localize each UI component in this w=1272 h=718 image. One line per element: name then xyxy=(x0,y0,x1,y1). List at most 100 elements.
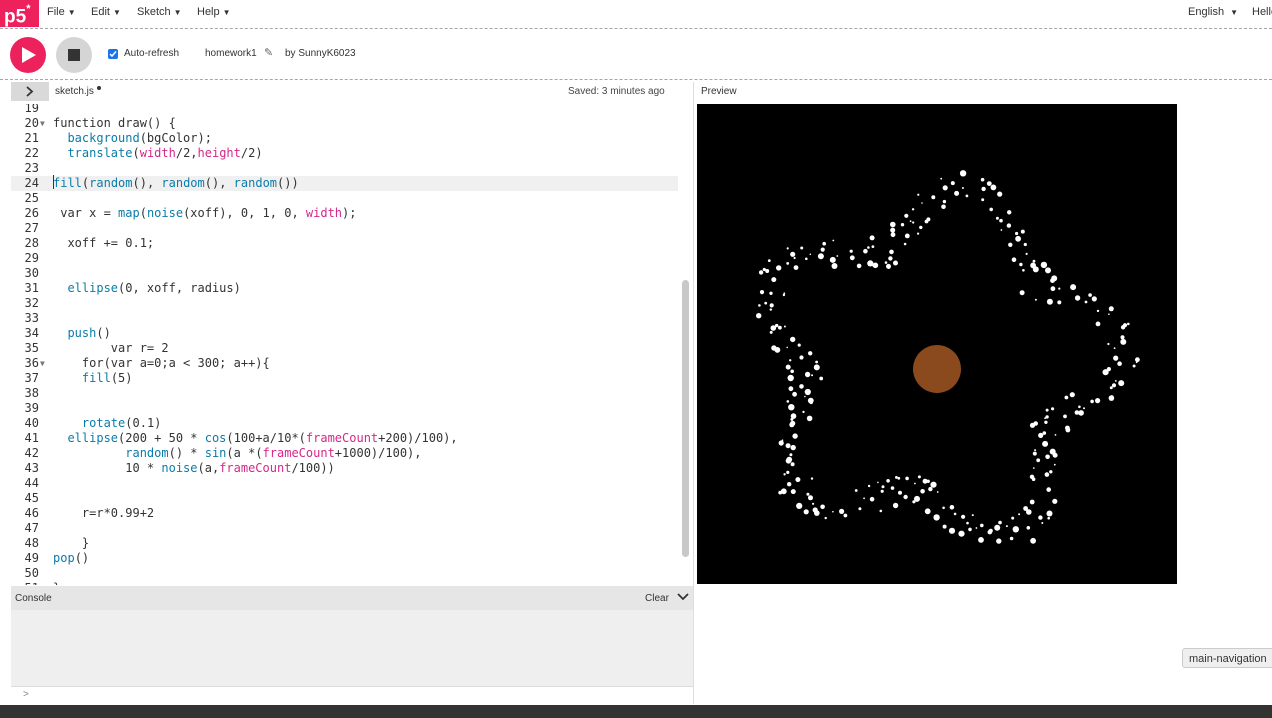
autorefresh-checkbox[interactable] xyxy=(108,49,118,59)
particle-dot xyxy=(940,177,943,180)
line-number: 48 xyxy=(24,536,39,550)
code-line[interactable]: 26 var x = map(noise(xoff), 0, 1, 0, wid… xyxy=(11,206,678,221)
particle-dot xyxy=(1042,431,1047,435)
code-line[interactable]: 23 xyxy=(11,161,678,176)
p5-logo[interactable]: p5* xyxy=(0,0,39,27)
particle-dot xyxy=(785,364,791,370)
code-line[interactable]: 51} xyxy=(11,581,678,585)
play-button[interactable] xyxy=(10,37,46,73)
code-line[interactable]: 44 xyxy=(11,476,678,491)
preview-canvas[interactable] xyxy=(697,104,1177,584)
chevron-down-icon: ▼ xyxy=(67,8,76,17)
particle-dot xyxy=(1065,425,1070,431)
autorefresh-label[interactable]: Auto-refresh xyxy=(124,48,179,59)
code-line[interactable]: 27 xyxy=(11,221,678,236)
particle-dot xyxy=(890,486,895,490)
fold-toggle-icon[interactable]: ▼ xyxy=(40,356,45,371)
particle-dot xyxy=(804,395,806,398)
particle-dot xyxy=(785,458,792,464)
project-name[interactable]: homework1 xyxy=(205,48,257,59)
code-line[interactable]: 33 xyxy=(11,311,678,326)
code-line[interactable]: 45 xyxy=(11,491,678,506)
line-number: 30 xyxy=(24,266,39,280)
particle-dot xyxy=(900,223,905,227)
sidebar-toggle-button[interactable] xyxy=(11,82,49,101)
particle-dot xyxy=(792,433,798,439)
code-line[interactable]: 35 var r= 2 xyxy=(11,341,678,356)
particle-dot xyxy=(1049,470,1053,474)
code-line[interactable]: 22 translate(width/2,height/2) xyxy=(11,146,678,161)
line-number: 45 xyxy=(24,491,39,505)
language-select[interactable]: English ▼ xyxy=(1188,6,1238,18)
particle-dot xyxy=(799,355,804,360)
code-line[interactable]: 40 rotate(0.1) xyxy=(11,416,678,431)
particle-dot xyxy=(1047,516,1050,520)
particle-dot xyxy=(778,440,784,446)
code-line[interactable]: 21 background(bgColor); xyxy=(11,131,678,146)
particle-dot xyxy=(1023,242,1027,247)
stop-button[interactable] xyxy=(56,37,92,73)
code-line[interactable]: 42 random() * sin(a *(frameCount+1000)/1… xyxy=(11,446,678,461)
file-tab-sketch[interactable]: sketch.js xyxy=(55,86,94,97)
particle-dot xyxy=(867,246,870,249)
code-line[interactable]: 31 ellipse(0, xoff, radius) xyxy=(11,281,678,296)
pencil-icon[interactable]: ✎ xyxy=(264,46,273,59)
particle-dot xyxy=(1057,300,1062,305)
line-number: 46 xyxy=(24,506,39,520)
particle-dot xyxy=(912,221,915,224)
menu-help[interactable]: Help ▼ xyxy=(197,6,231,18)
particle-dot xyxy=(1045,454,1050,460)
code-text: } xyxy=(53,536,90,550)
code-text: for(var a=0;a < 300; a++){ xyxy=(53,356,270,370)
code-line[interactable]: 49 pop() xyxy=(11,551,678,566)
code-line[interactable]: 20 ▼ function draw() { xyxy=(11,116,678,131)
code-line[interactable]: 38 xyxy=(11,386,678,401)
chevron-down-icon[interactable] xyxy=(677,591,689,603)
panel-divider[interactable] xyxy=(693,82,694,704)
code-line[interactable]: 36 ▼ for(var a=0;a < 300; a++){ xyxy=(11,356,678,371)
code-editor[interactable]: 19 20 ▼ function draw() {21 background(bgCo… xyxy=(11,104,678,585)
menu-sketch[interactable]: Sketch ▼ xyxy=(137,6,182,18)
particle-dot xyxy=(1046,487,1051,492)
particle-dot xyxy=(1015,235,1021,242)
code-line[interactable]: 28 xoff += 0.1; xyxy=(11,236,678,251)
particle-dot xyxy=(1107,342,1110,346)
particle-dot xyxy=(965,194,969,198)
code-line[interactable]: 48 } xyxy=(11,536,678,551)
particle-dot xyxy=(1022,269,1025,272)
particle-dot xyxy=(1053,463,1056,466)
code-line[interactable]: 32 xyxy=(11,296,678,311)
particle-dot xyxy=(994,524,1001,531)
line-number: 43 xyxy=(24,461,39,475)
user-greeting[interactable]: Hello xyxy=(1252,6,1272,18)
code-line[interactable]: 39 xyxy=(11,401,678,416)
particle-dot xyxy=(1117,361,1122,367)
particle-dot xyxy=(809,400,813,405)
code-line[interactable]: 46 r=r*0.99+2 xyxy=(11,506,678,521)
code-line[interactable]: 43 10 * noise(a,frameCount/100)) xyxy=(11,461,678,476)
particle-dot xyxy=(1069,392,1075,398)
chevron-down-icon: ▼ xyxy=(112,8,121,17)
code-line[interactable]: 29 xyxy=(11,251,678,266)
particle-dot xyxy=(832,510,834,513)
code-line[interactable]: 47 xyxy=(11,521,678,536)
particle-dot xyxy=(930,481,937,488)
fold-toggle-icon[interactable]: ▼ xyxy=(40,116,45,131)
code-line[interactable]: 25 xyxy=(11,191,678,206)
console-clear-button[interactable]: Clear xyxy=(645,593,669,604)
particle-dot xyxy=(1000,229,1003,231)
particle-dot xyxy=(917,232,920,235)
code-line[interactable]: 34 push() xyxy=(11,326,678,341)
editor-scrollbar-thumb[interactable] xyxy=(682,280,689,557)
particle-dot xyxy=(877,481,879,484)
code-line[interactable]: 41 ellipse(200 + 50 * cos(100+a/10*(fram… xyxy=(11,431,678,446)
code-line[interactable]: 30 xyxy=(11,266,678,281)
code-line[interactable]: 37 fill(5) xyxy=(11,371,678,386)
console-input[interactable]: > xyxy=(11,686,693,704)
code-line[interactable]: 50 xyxy=(11,566,678,581)
code-line[interactable]: 19 xyxy=(11,104,678,116)
code-line[interactable]: 24 fill(random(), random(), random()) xyxy=(11,176,678,191)
menu-edit[interactable]: Edit ▼ xyxy=(91,6,121,18)
menu-file[interactable]: File ▼ xyxy=(47,6,76,18)
particle-dot xyxy=(949,505,955,510)
